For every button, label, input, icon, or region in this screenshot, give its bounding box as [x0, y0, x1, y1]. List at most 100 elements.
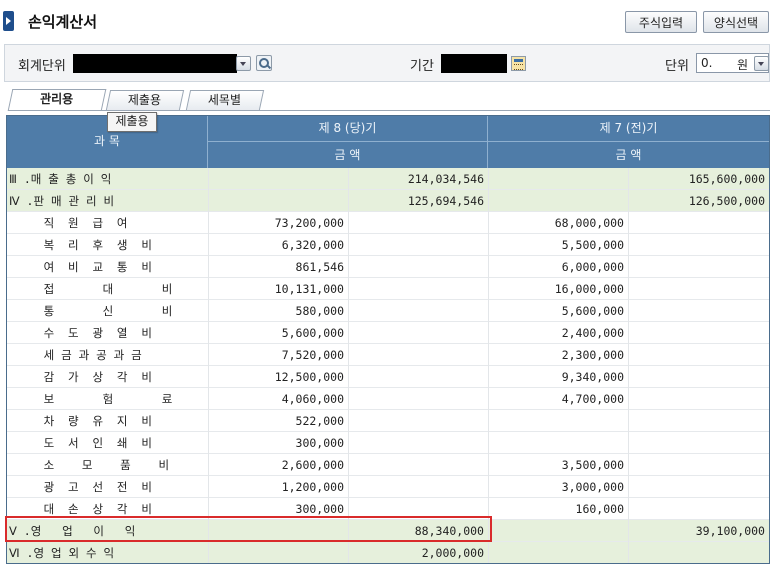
column-divider [348, 278, 349, 300]
column-divider [208, 256, 209, 278]
column-divider [488, 190, 489, 212]
column-divider [488, 410, 489, 432]
current-detail-cell [208, 190, 348, 212]
previous-detail-cell: 2,400,000 [561, 326, 624, 340]
subject-cell: 세 금 과 공 과 금 [9, 348, 142, 362]
current-total-cell [348, 388, 488, 410]
current-total-cell [348, 476, 488, 498]
column-divider [628, 432, 629, 454]
previous-total-cell [628, 234, 769, 256]
column-divider [628, 322, 629, 344]
table-row[interactable]: 소 모 품 비 2,600,000 3,500,000 [7, 454, 769, 476]
current-detail-cell: 861,546 [295, 260, 344, 274]
period-input[interactable] [441, 54, 507, 73]
column-divider [208, 542, 209, 563]
current-total-cell [348, 432, 488, 454]
previous-total-cell [628, 278, 769, 300]
previous-total-cell: 126,500,000 [688, 194, 765, 208]
current-total-cell: 214,034,546 [407, 172, 484, 186]
table-row[interactable]: Ⅵ .영 업 외 수 익 2,000,000 [7, 542, 769, 563]
stock-input-button[interactable]: 주식입력 [625, 11, 697, 33]
display-unit-select[interactable]: 0. 원 [696, 53, 769, 73]
subject-cell: 통 신 비 [9, 304, 173, 318]
table-row[interactable]: 차 량 유 지 비 522,000 [7, 410, 769, 432]
table-row[interactable]: 직 원 급 여 73,200,000 68,000,000 [7, 212, 769, 234]
current-detail-cell: 300,000 [295, 436, 344, 450]
column-divider [348, 542, 349, 563]
column-divider [348, 322, 349, 344]
column-divider [488, 300, 489, 322]
table-row[interactable]: 통 신 비 580,000 5,600,000 [7, 300, 769, 322]
previous-period-header: 제 7 (전)기 [488, 116, 769, 142]
accounting-unit-dropdown-icon[interactable] [236, 56, 251, 71]
current-total-cell [348, 322, 488, 344]
previous-total-cell [628, 432, 769, 454]
table-row[interactable]: 감 가 상 각 비 12,500,000 9,340,000 [7, 366, 769, 388]
column-divider [488, 388, 489, 410]
previous-total-cell [628, 322, 769, 344]
table-row[interactable]: 광 고 선 전 비 1,200,000 3,000,000 [7, 476, 769, 498]
table-row[interactable]: 접 대 비 10,131,000 16,000,000 [7, 278, 769, 300]
previous-detail-cell: 160,000 [575, 502, 624, 516]
column-divider [628, 300, 629, 322]
column-divider [628, 366, 629, 388]
previous-detail-cell: 3,000,000 [561, 480, 624, 494]
table-row[interactable]: 세 금 과 공 과 금 7,520,000 2,300,000 [7, 344, 769, 366]
page-title: 손익계산서 [28, 13, 98, 31]
current-detail-cell: 7,520,000 [281, 348, 344, 362]
previous-detail-cell: 6,000,000 [561, 260, 624, 274]
column-divider [348, 234, 349, 256]
highlight-box [5, 516, 492, 542]
column-divider [628, 278, 629, 300]
column-divider [348, 366, 349, 388]
column-divider [348, 190, 349, 212]
column-divider [628, 212, 629, 234]
current-detail-cell: 5,600,000 [281, 326, 344, 340]
column-divider [488, 256, 489, 278]
column-divider [208, 278, 209, 300]
previous-total-cell: 165,600,000 [688, 172, 765, 186]
table-row[interactable]: Ⅳ .판 매 관 리 비 125,694,546 126,500,000 [7, 190, 769, 212]
display-unit-value: 0. [701, 56, 713, 70]
table-row[interactable]: 수 도 광 열 비 5,600,000 2,400,000 [7, 322, 769, 344]
tab-management[interactable]: 관리용 [7, 89, 107, 111]
tab-submission[interactable]: 제출용 [105, 90, 185, 110]
table-row[interactable]: 여 비 교 통 비 861,546 6,000,000 [7, 256, 769, 278]
search-icon[interactable] [256, 55, 272, 71]
column-divider [348, 344, 349, 366]
column-divider [348, 388, 349, 410]
previous-total-cell [628, 410, 769, 432]
column-divider [628, 542, 629, 563]
calendar-icon[interactable] [511, 56, 526, 71]
previous-total-cell [628, 454, 769, 476]
column-divider [628, 234, 629, 256]
tab-detail-items[interactable]: 세목별 [185, 90, 265, 110]
table-row[interactable]: 도 서 인 쇄 비 300,000 [7, 432, 769, 454]
column-divider [208, 322, 209, 344]
table-row[interactable]: 보 험 료 4,060,000 4,700,000 [7, 388, 769, 410]
form-select-button[interactable]: 양식선택 [703, 11, 769, 33]
column-divider [628, 256, 629, 278]
column-divider [208, 388, 209, 410]
subject-cell: Ⅵ .영 업 외 수 익 [9, 546, 115, 560]
current-detail-cell: 580,000 [295, 304, 344, 318]
table-row[interactable]: Ⅲ .매 출 총 이 익 214,034,546 165,600,000 [7, 168, 769, 190]
current-total-cell [348, 454, 488, 476]
subject-cell: 복 리 후 생 비 [9, 238, 152, 252]
chevron-down-icon[interactable] [754, 56, 769, 71]
column-divider [208, 190, 209, 212]
accounting-unit-input[interactable] [73, 54, 237, 73]
table-row[interactable]: 복 리 후 생 비 6,320,000 5,500,000 [7, 234, 769, 256]
subject-cell: 수 도 광 열 비 [9, 326, 152, 340]
column-divider [488, 234, 489, 256]
column-divider [208, 212, 209, 234]
column-divider [488, 168, 489, 190]
tooltip: 제출용 [107, 112, 157, 132]
column-divider [628, 498, 629, 520]
current-total-cell [348, 366, 488, 388]
current-period-header: 제 8 (당)기 [208, 116, 488, 142]
previous-detail-cell: 5,600,000 [561, 304, 624, 318]
income-statement-grid: 과 목 제 8 (당)기 제 7 (전)기 금 액 금 액 Ⅲ .매 출 총 이… [6, 115, 770, 564]
current-amount-header: 금 액 [208, 142, 488, 168]
current-detail-cell: 10,131,000 [274, 282, 344, 296]
